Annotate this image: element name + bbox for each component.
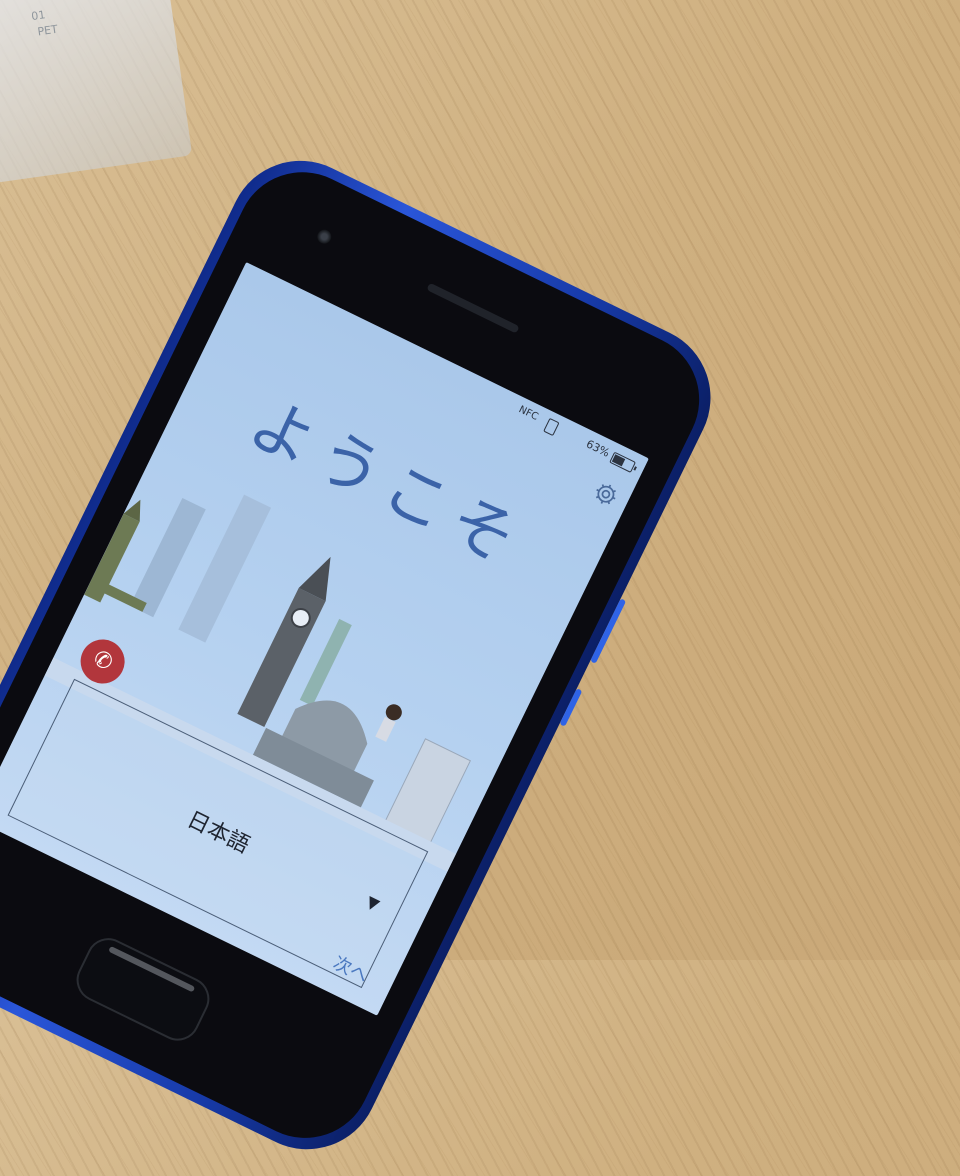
recycle-icon: ♲ [0,2,3,26]
earpiece-speaker [426,282,520,334]
fingerprint-home-button[interactable] [69,930,217,1048]
gear-icon[interactable] [589,477,624,512]
phone-icon: ✆ [89,645,117,677]
nfc-indicator: NFC [516,404,540,423]
battery-level [611,454,626,467]
smartphone: NFC 63% ようこそ ✆ 日本語 ▼ 次へ [0,136,735,1174]
battery-percent: 63% [584,437,612,460]
plastic-packaging: ♲ 01 PET [0,0,193,183]
recycle-code: 01 [30,8,47,24]
recycle-material: PET [36,22,59,39]
phone-screen: NFC 63% ようこそ ✆ 日本語 ▼ 次へ [0,262,649,1016]
battery-nub [633,466,637,471]
traveler-body [375,716,396,742]
battery-icon [609,451,637,473]
phone-front: NFC 63% ようこそ ✆ 日本語 ▼ 次へ [0,150,722,1161]
sim-icon [543,417,560,437]
home-button-highlight [108,945,196,993]
front-camera [314,227,334,247]
